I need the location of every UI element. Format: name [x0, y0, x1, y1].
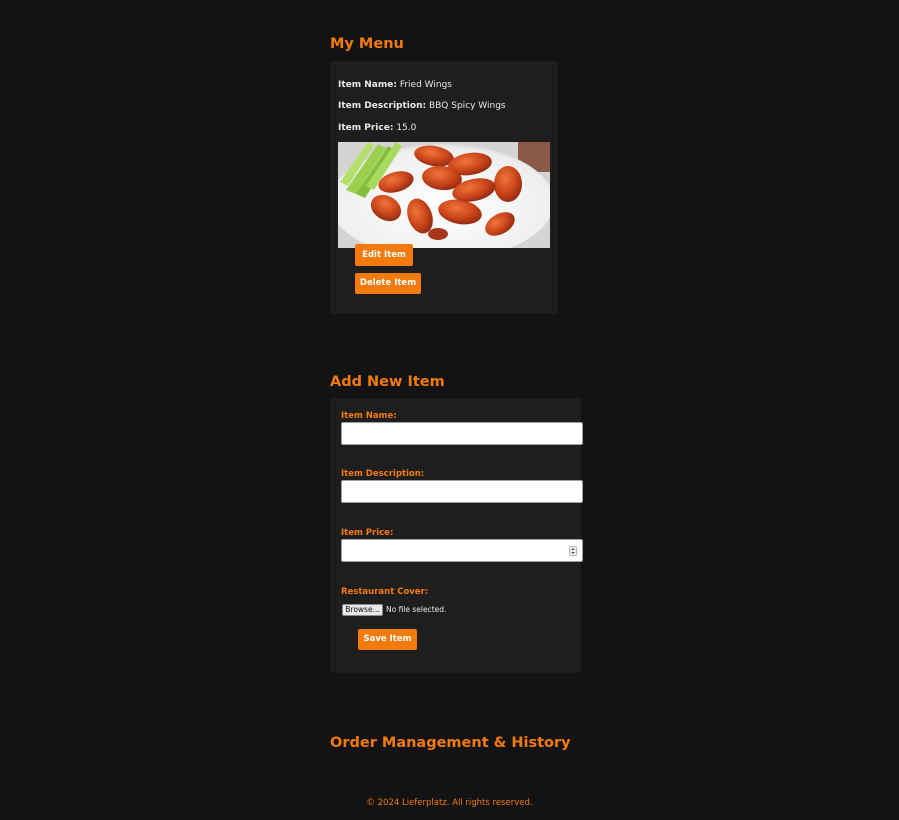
- no-file-selected-text: No file selected.: [386, 605, 447, 614]
- my-menu-title: My Menu: [330, 36, 404, 52]
- item-price-value: 15.0: [396, 123, 417, 133]
- item-price-line: Item Price: 15.0: [338, 123, 416, 133]
- item-description-label: Item Description:: [338, 101, 427, 111]
- new-item-description-label: Item Description:: [341, 469, 425, 479]
- order-management-title: Order Management & History: [330, 735, 571, 751]
- price-spinner-icon[interactable]: [569, 546, 577, 556]
- footer-copyright: © 2024 Lieferplatz. All rights reserved.: [366, 798, 533, 808]
- item-name-label: Item Name:: [338, 80, 397, 90]
- new-item-name-label: Item Name:: [341, 411, 397, 421]
- add-new-item-title: Add New Item: [330, 374, 445, 390]
- item-name-line: Item Name: Fried Wings: [338, 80, 452, 90]
- add-item-form: Item Name: Item Description: Item Price:…: [330, 398, 583, 673]
- save-item-button[interactable]: Save Item: [358, 629, 417, 650]
- new-item-price-label: Item Price:: [341, 528, 394, 538]
- item-description-value: BBQ Spicy Wings: [428, 101, 506, 111]
- browse-file-button[interactable]: Browse...: [342, 604, 383, 616]
- item-photo: [338, 142, 550, 248]
- menu-item-card: Item Name: Fried Wings Item Description:…: [330, 61, 558, 314]
- item-name-value: Fried Wings: [399, 80, 452, 90]
- new-item-name-input[interactable]: [341, 422, 583, 445]
- item-description-line: Item Description: BBQ Spicy Wings: [338, 101, 506, 111]
- new-item-price-input[interactable]: [341, 539, 583, 562]
- restaurant-cover-label: Restaurant Cover:: [341, 587, 429, 597]
- delete-item-button[interactable]: Delete Item: [355, 273, 421, 294]
- item-price-label: Item Price:: [338, 123, 394, 133]
- edit-item-button[interactable]: Edit Item: [355, 244, 413, 266]
- new-item-description-input[interactable]: [341, 480, 583, 503]
